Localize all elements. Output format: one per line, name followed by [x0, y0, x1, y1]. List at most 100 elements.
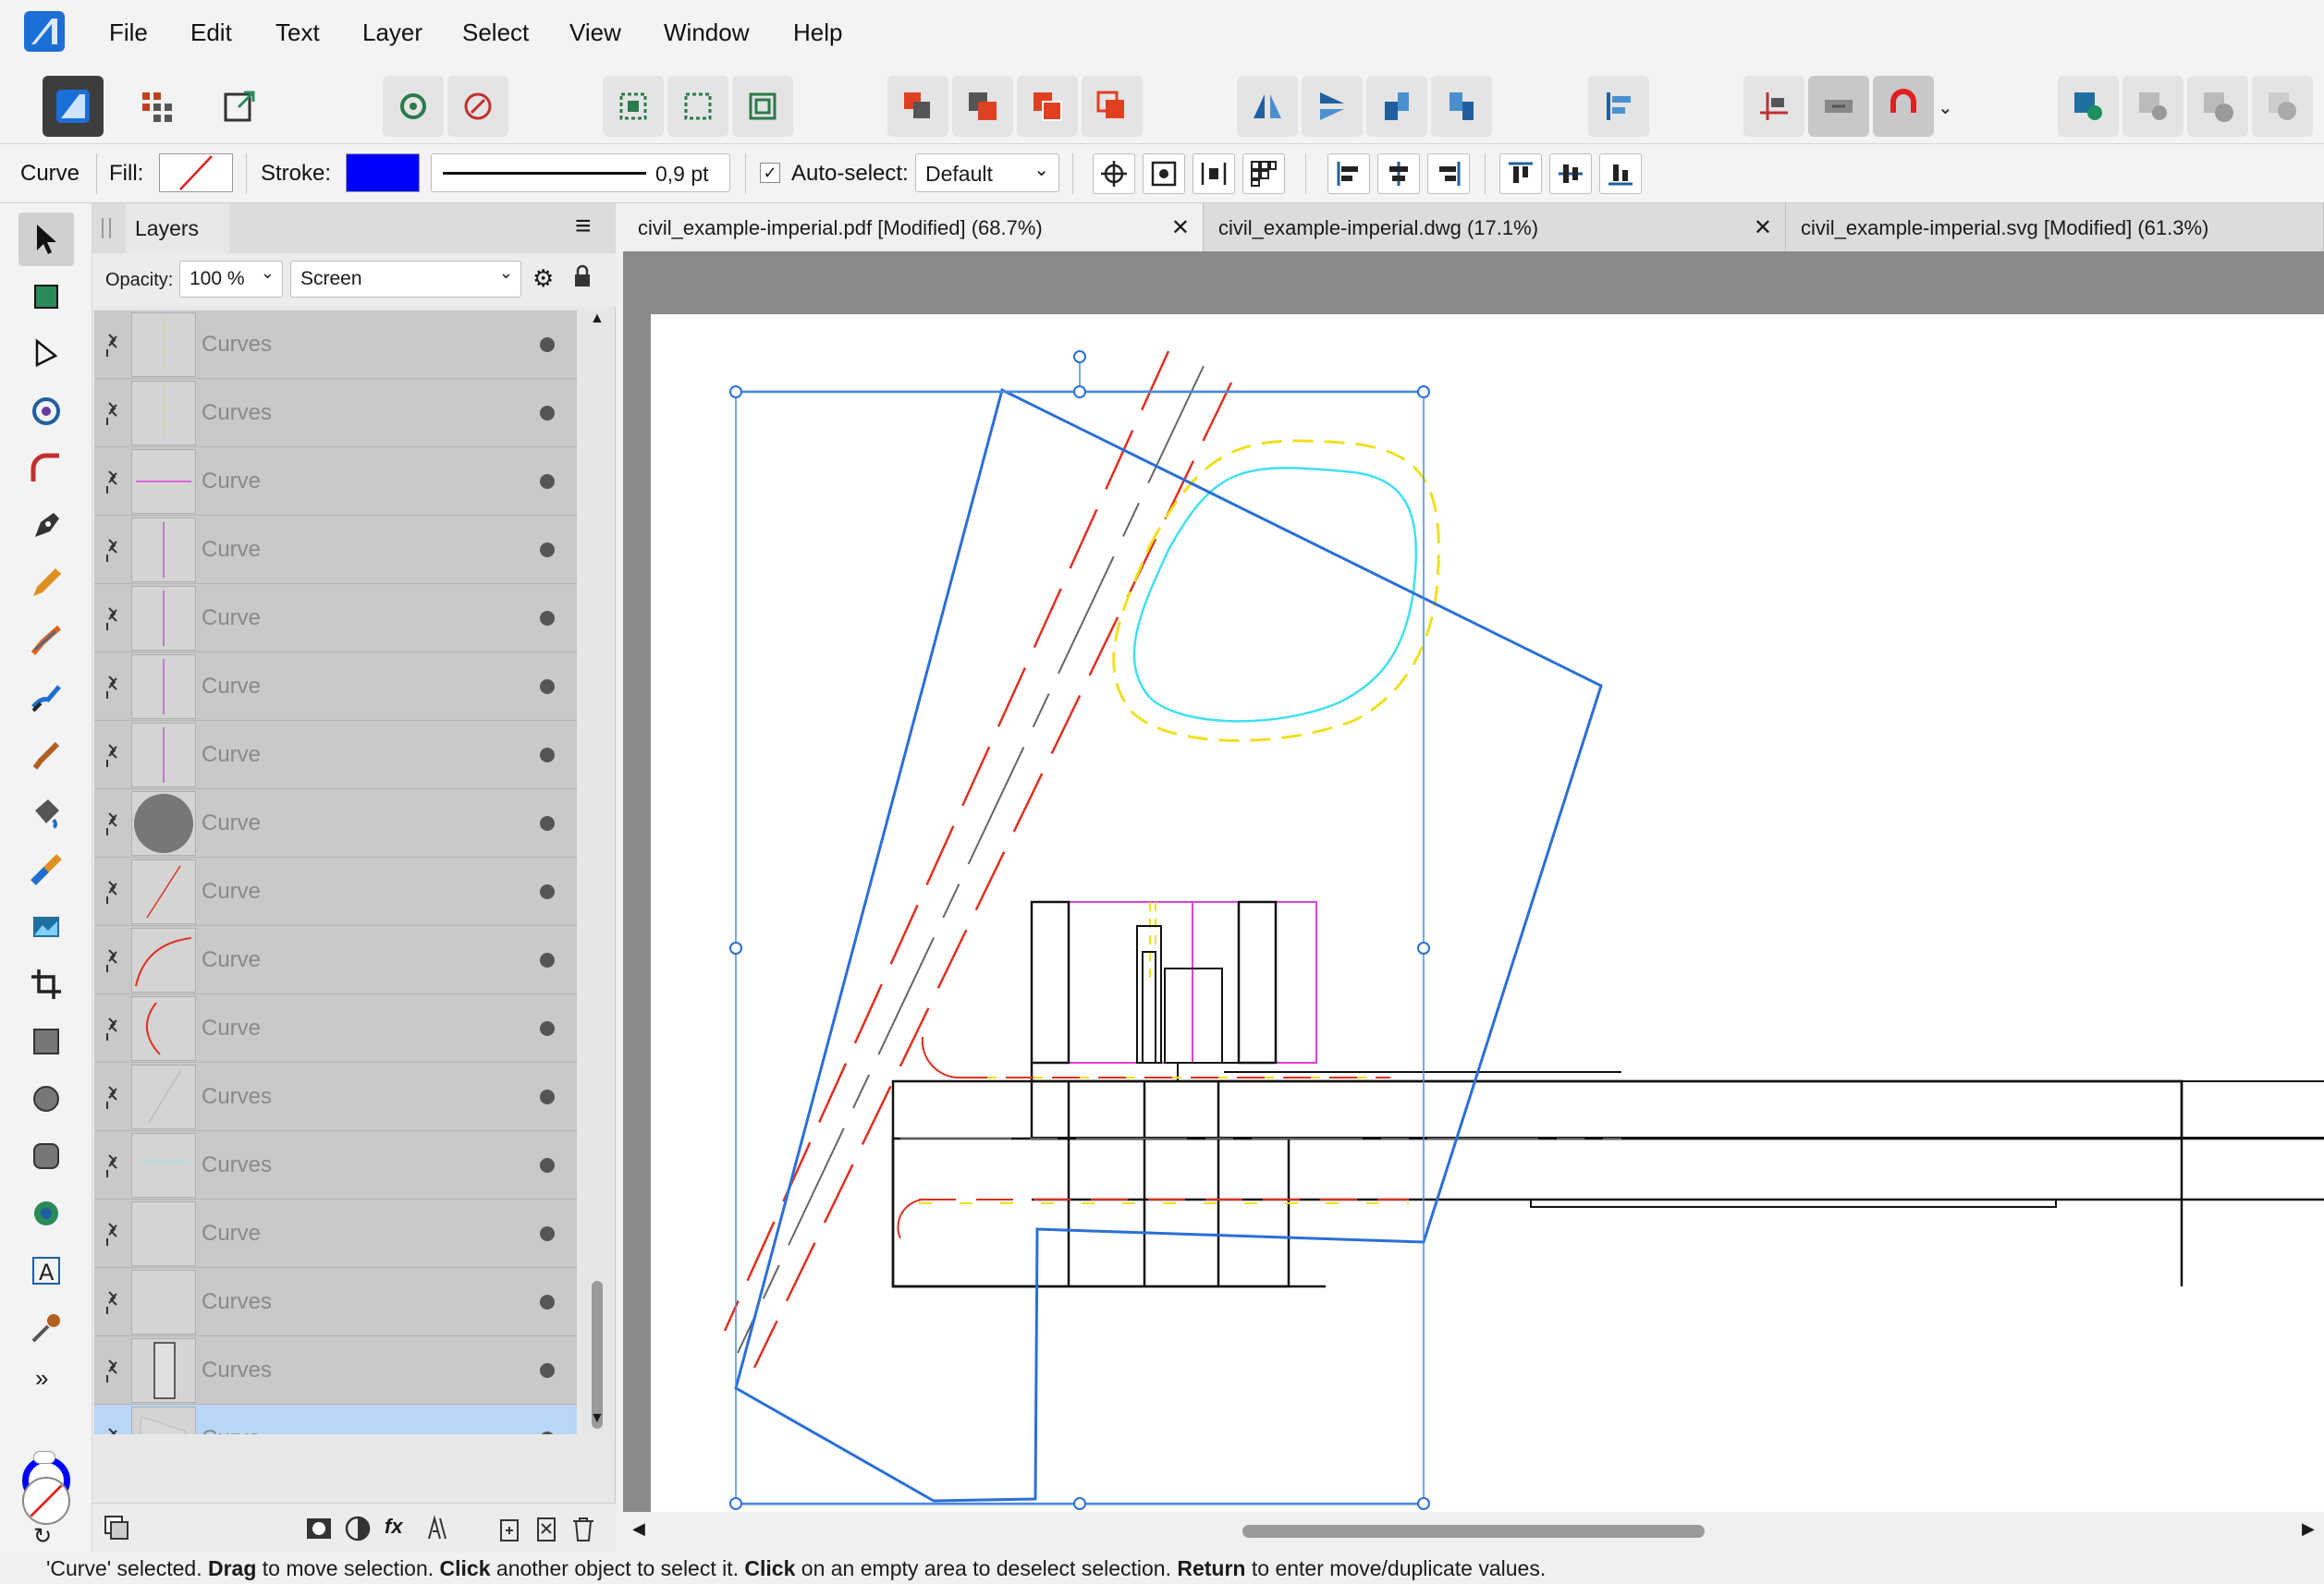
- layer-row[interactable]: Curve: [94, 858, 577, 926]
- selected-curve[interactable]: [734, 387, 1603, 1503]
- point-transform-tool-icon[interactable]: [18, 384, 74, 438]
- rectangle-tool-icon[interactable]: [18, 1015, 74, 1068]
- rotate-left-icon[interactable]: [1366, 76, 1427, 137]
- pencil-tool-icon[interactable]: [18, 556, 74, 610]
- resize-handle[interactable]: [729, 942, 742, 955]
- auto-select-dropdown[interactable]: Default ⌄: [915, 153, 1059, 192]
- rotate-right-icon[interactable]: [1431, 76, 1492, 137]
- resize-handle[interactable]: [1417, 385, 1430, 398]
- crop-tool-icon[interactable]: [18, 957, 74, 1011]
- intersect-shape-icon[interactable]: [2187, 76, 2248, 137]
- move-to-back-icon[interactable]: [887, 76, 948, 137]
- snapping-dropdown-icon[interactable]: ⌄: [1938, 96, 1953, 119]
- resize-handle[interactable]: [1417, 1497, 1430, 1510]
- panel-menu-icon[interactable]: ≡: [575, 213, 592, 240]
- fill-swatch[interactable]: [159, 153, 233, 192]
- menu-file[interactable]: File: [109, 18, 148, 47]
- layer-row[interactable]: Curve: [94, 1200, 577, 1268]
- expand-layer-icon[interactable]: [100, 536, 126, 564]
- layer-visibility-dot[interactable]: [540, 748, 555, 762]
- flip-vertical-icon[interactable]: [1302, 76, 1363, 137]
- expand-layer-icon[interactable]: [100, 468, 126, 495]
- move-tool-icon[interactable]: [18, 213, 74, 266]
- add-shape-icon[interactable]: [2058, 76, 2119, 137]
- expand-layer-icon[interactable]: [100, 1357, 126, 1384]
- paint-brush-tool-icon[interactable]: [18, 728, 74, 782]
- expand-layer-icon[interactable]: [100, 1151, 126, 1179]
- deselect-icon[interactable]: [667, 76, 728, 137]
- grid-icon[interactable]: [1242, 153, 1285, 194]
- document-setup-icon[interactable]: [383, 76, 444, 137]
- stroke-width-field[interactable]: 0,9 pt: [431, 153, 730, 192]
- vector-brush-tool-icon[interactable]: [18, 614, 74, 667]
- layer-visibility-dot[interactable]: [540, 1021, 555, 1036]
- expand-layer-icon[interactable]: [100, 1220, 126, 1248]
- layer-visibility-dot[interactable]: [540, 816, 555, 831]
- layers-scroll-thumb[interactable]: [592, 1281, 603, 1429]
- menu-text[interactable]: Text: [275, 18, 320, 47]
- layers-tab[interactable]: Layers: [126, 203, 229, 253]
- select-all-icon[interactable]: [603, 76, 664, 137]
- layer-visibility-dot[interactable]: [540, 1295, 555, 1310]
- horizontal-scroll-thumb[interactable]: [1242, 1525, 1705, 1538]
- layer-row[interactable]: Curve: [94, 516, 577, 584]
- auto-select-checkbox[interactable]: ✓: [760, 163, 780, 183]
- layer-row[interactable]: Curves: [94, 1336, 577, 1405]
- expand-layer-icon[interactable]: [100, 810, 126, 837]
- resize-handle[interactable]: [729, 385, 742, 398]
- align-bottom-icon[interactable]: [1599, 153, 1642, 194]
- resize-handle[interactable]: [1073, 385, 1086, 398]
- expand-layer-icon[interactable]: [100, 399, 126, 427]
- layer-visibility-dot[interactable]: [540, 542, 555, 557]
- layer-visibility-dot[interactable]: [540, 1226, 555, 1241]
- group-layers-icon[interactable]: [532, 1515, 560, 1542]
- pen-tool-icon[interactable]: [18, 499, 74, 553]
- expand-layer-icon[interactable]: [100, 878, 126, 906]
- layer-visibility-dot[interactable]: [540, 1363, 555, 1378]
- document-canvas[interactable]: [623, 251, 2324, 1512]
- resize-handle[interactable]: [1417, 942, 1430, 955]
- snapping-toggle-icon[interactable]: [1743, 76, 1804, 137]
- layer-visibility-dot[interactable]: [540, 1090, 555, 1104]
- mask-layer-icon[interactable]: [305, 1515, 333, 1542]
- ellipse-tool-icon[interactable]: [18, 1072, 74, 1126]
- subtract-shape-icon[interactable]: [2122, 76, 2183, 137]
- layer-options-icon[interactable]: [102, 1513, 131, 1542]
- selection-handles[interactable]: [729, 350, 1430, 1510]
- layer-row[interactable]: Curves: [94, 1063, 577, 1131]
- canvas-horizontal-scrollbar[interactable]: ◀ ▶: [623, 1512, 2324, 1553]
- gear-icon[interactable]: ⚙: [532, 264, 554, 293]
- expand-layer-icon[interactable]: [100, 604, 126, 632]
- tab-pdf[interactable]: civil_example-imperial.pdf [Modified] (6…: [623, 203, 1204, 251]
- lock-icon[interactable]: [573, 264, 592, 288]
- layer-row[interactable]: Curves: [94, 379, 577, 447]
- scroll-down-icon[interactable]: ▼: [590, 1410, 605, 1427]
- fill-bucket-tool-icon[interactable]: [18, 786, 74, 839]
- fill-tool-icon[interactable]: [18, 671, 74, 725]
- styles-icon[interactable]: [423, 1515, 451, 1542]
- align-middle-icon[interactable]: [1549, 153, 1592, 194]
- layer-visibility-dot[interactable]: [540, 1158, 555, 1173]
- move-forward-one-icon[interactable]: [1017, 76, 1078, 137]
- menu-layer[interactable]: Layer: [362, 18, 422, 47]
- move-to-front-icon[interactable]: [1082, 76, 1143, 137]
- node-tool-icon[interactable]: [18, 327, 74, 381]
- effects-icon[interactable]: fx: [385, 1515, 403, 1539]
- drawing-page[interactable]: [651, 314, 2324, 1512]
- distribute-icon[interactable]: [1193, 153, 1235, 194]
- tab-dwg[interactable]: civil_example-imperial.dwg (17.1%) ✕: [1204, 203, 1786, 251]
- shapes-tool-icon[interactable]: [18, 1187, 74, 1240]
- transform-origin-icon[interactable]: [1093, 153, 1135, 194]
- rounded-rectangle-tool-icon[interactable]: [18, 1129, 74, 1183]
- align-top-icon[interactable]: [1499, 153, 1542, 194]
- artistic-text-tool-icon[interactable]: A: [18, 1244, 74, 1298]
- scroll-up-icon[interactable]: ▲: [590, 311, 605, 327]
- layer-row[interactable]: Curve: [94, 789, 577, 858]
- align-center-icon[interactable]: [1377, 153, 1420, 194]
- menu-view[interactable]: View: [569, 18, 621, 47]
- color-picker-tool-icon[interactable]: [18, 1301, 74, 1355]
- blend-mode-dropdown[interactable]: Screen ⌄: [290, 261, 521, 298]
- resize-handle[interactable]: [1073, 1497, 1086, 1510]
- resize-handle[interactable]: [729, 1497, 742, 1510]
- panel-grip-icon[interactable]: [102, 218, 111, 238]
